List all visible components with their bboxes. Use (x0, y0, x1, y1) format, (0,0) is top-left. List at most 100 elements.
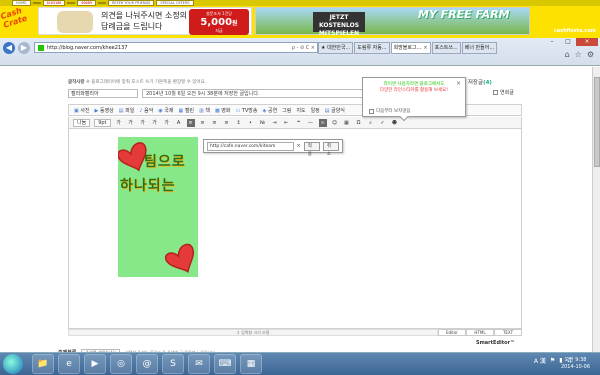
special-char-icon[interactable]: Ω (355, 119, 363, 127)
grid-app-icon[interactable]: ▦ (240, 354, 262, 374)
survey-ad-banner[interactable]: 의견을 나눠주시면 소정의 답례금을 드립니다 설문조사 1건당 5,000원 … (38, 7, 252, 35)
tab-1[interactable]: ★ 대한민국... (318, 42, 354, 54)
outdent-icon[interactable]: ⇤ (283, 119, 291, 127)
link-icon[interactable]: ∞ (318, 118, 327, 127)
chrome-app-icon[interactable]: ◎ (110, 354, 132, 374)
underline-button[interactable]: 가 (139, 119, 147, 127)
farm-ad-title: MY FREE FARM (418, 8, 510, 21)
close-window-button[interactable]: × (576, 38, 598, 46)
insert-photo-button[interactable]: ▣ 사진 (74, 107, 90, 114)
minimize-button[interactable]: – (544, 38, 560, 46)
ie-app-icon[interactable]: e (58, 354, 80, 374)
insert-drawing-button[interactable]: 그림 (282, 107, 291, 114)
farm-game-ad-banner[interactable]: JETZT KOSTENLOS MITSPIELEN MY FREE FARM (255, 7, 530, 37)
ad-nav-refer[interactable]: REFER YOUR FRIENDS (107, 0, 155, 6)
tab-close-icon[interactable]: × (423, 45, 427, 51)
home-icon[interactable]: ⌂ (565, 50, 570, 59)
address-tools[interactable]: ρ - ⊘ C × (292, 43, 315, 53)
line-sticker-icon[interactable]: ☻ (391, 119, 399, 127)
list-number-icon[interactable]: № (259, 119, 267, 127)
forward-icon[interactable]: ▶ (18, 42, 30, 54)
strike-button[interactable]: 가 (151, 119, 159, 127)
ad-nav-item-3[interactable] (67, 2, 76, 4)
quote-icon[interactable]: ❝ (295, 119, 303, 127)
hr-icon[interactable]: — (307, 119, 315, 127)
explorer-app-icon[interactable]: 📁 (32, 354, 54, 374)
font-family-select[interactable]: 나눔 (73, 118, 91, 127)
bg-color-button[interactable]: A (175, 119, 183, 127)
public-option[interactable]: 연회글 (493, 89, 514, 96)
tab-5[interactable]: 베너 만들어... (461, 42, 498, 54)
tab-4[interactable]: 포스트쓰... (431, 42, 461, 54)
insert-intl-button[interactable]: ◉ 국제 (158, 107, 173, 114)
link-clear-icon[interactable]: × (297, 143, 301, 149)
justify-icon[interactable]: ≡ (223, 119, 231, 127)
mode-editor-tab[interactable]: Editor (438, 329, 466, 336)
align-left-icon[interactable]: ≡ (186, 118, 195, 127)
insert-show-button[interactable]: ◈ 공연 (263, 107, 278, 114)
insert-music-button[interactable]: ♪ 음악 (139, 107, 153, 114)
align-right-icon[interactable]: ≡ (211, 119, 219, 127)
start-button[interactable] (3, 354, 23, 374)
insert-movie-label: 영화 (221, 107, 231, 114)
page-scrollbar[interactable] (592, 67, 600, 352)
ime-indicator[interactable]: A 漢 (534, 356, 546, 365)
insert-movie-button[interactable]: ▩ 영화 (215, 107, 231, 114)
favorites-star-icon[interactable]: ☆ (575, 50, 582, 59)
font-size-select[interactable]: 9pt (94, 118, 111, 127)
media-app-icon[interactable]: ▶ (84, 354, 106, 374)
tooltip-line1-text: 라이엔 사용자라면 블로그에서도 (383, 82, 445, 87)
insert-file-button[interactable]: ▤ 파일 (119, 107, 135, 114)
link-apply-button[interactable]: 적용 (303, 141, 320, 157)
insert-schedule-button[interactable]: 일정 (311, 107, 320, 114)
ad-nav-item-4[interactable] (97, 2, 106, 4)
insert-video-button[interactable]: ▶ 동영상 (95, 107, 114, 114)
maximize-button[interactable]: □ (560, 38, 576, 46)
flag-icon[interactable]: ⚑ (550, 357, 555, 364)
spellcheck-icon[interactable]: ✓ (379, 119, 387, 127)
editor-body[interactable]: 팀으로 하나되는 (68, 129, 522, 329)
table-icon[interactable]: ▦ (343, 119, 351, 127)
dont-show-checkbox[interactable] (369, 108, 374, 114)
insert-cal-button[interactable]: ▦ 캘린 (179, 107, 195, 114)
message-app-icon[interactable]: ✉ (188, 354, 210, 374)
text-color-button[interactable]: 가 (163, 119, 171, 127)
cashcrate-logo[interactable]: Cash Crate (0, 3, 39, 40)
public-checkbox[interactable] (493, 90, 498, 95)
url-text[interactable]: http://blog.naver.com/khee2137 (47, 45, 127, 51)
emoticon-icon[interactable]: ☺ (331, 119, 339, 127)
editor-resize-handle[interactable]: ↕ 입력창 크기 조절 (68, 329, 438, 336)
editor-mode-tabs: Editor HTML TEXT (438, 329, 522, 336)
keyboard-app-icon[interactable]: ⌨ (214, 354, 236, 374)
indent-icon[interactable]: ⇥ (271, 119, 279, 127)
address-bar[interactable]: http://blog.naver.com/khee2137 ρ - ⊘ C × (34, 42, 318, 53)
mail-app-icon[interactable]: @ (136, 354, 158, 374)
tooltip-close-icon[interactable]: × (456, 80, 461, 87)
link-cancel-button[interactable]: 취소 (322, 141, 340, 157)
line-spacing-icon[interactable]: ↕ (235, 119, 243, 127)
insert-map-button[interactable]: 지도 (296, 107, 305, 114)
play-now-button[interactable]: JETZT KOSTENLOS MITSPIELEN (313, 12, 365, 37)
italic-button[interactable]: 가 (127, 119, 135, 127)
ad-nav-special[interactable]: SPECIAL OFFERS (156, 0, 194, 6)
back-icon[interactable]: ◀ (3, 42, 15, 54)
tab-2[interactable]: 도림류 자동... (354, 42, 390, 54)
bold-button[interactable]: 가 (115, 119, 123, 127)
mode-html-tab[interactable]: HTML (466, 329, 494, 336)
tab-3-active[interactable]: 희망블로그... × (390, 42, 431, 54)
link-url-input[interactable]: http://cafe.naver.com/kiteam (207, 141, 294, 151)
align-center-icon[interactable]: ≡ (199, 119, 207, 127)
skype-app-icon[interactable]: S (162, 354, 184, 374)
mode-text-tab[interactable]: TEXT (494, 329, 522, 336)
settings-gear-icon[interactable]: ⚙ (587, 50, 594, 59)
ad-nav-item-2[interactable] (32, 2, 41, 4)
search-icon[interactable]: ⌕ (367, 119, 375, 127)
category-select[interactable]: 캘리와캘리아 (68, 89, 138, 98)
insert-book-button[interactable]: ▥ 책 (199, 107, 210, 114)
insert-tv-button[interactable]: ▭ TV방송 (236, 107, 258, 114)
insert-template-button[interactable]: ▤ 글양식 (325, 107, 345, 114)
taskbar-clock[interactable]: 오전 9:38 2014-10-06 (561, 357, 590, 371)
list-bullet-icon[interactable]: • (247, 119, 255, 127)
scroll-thumb[interactable] (594, 77, 600, 167)
banner-image[interactable]: 팀으로 하나되는 (118, 137, 198, 277)
